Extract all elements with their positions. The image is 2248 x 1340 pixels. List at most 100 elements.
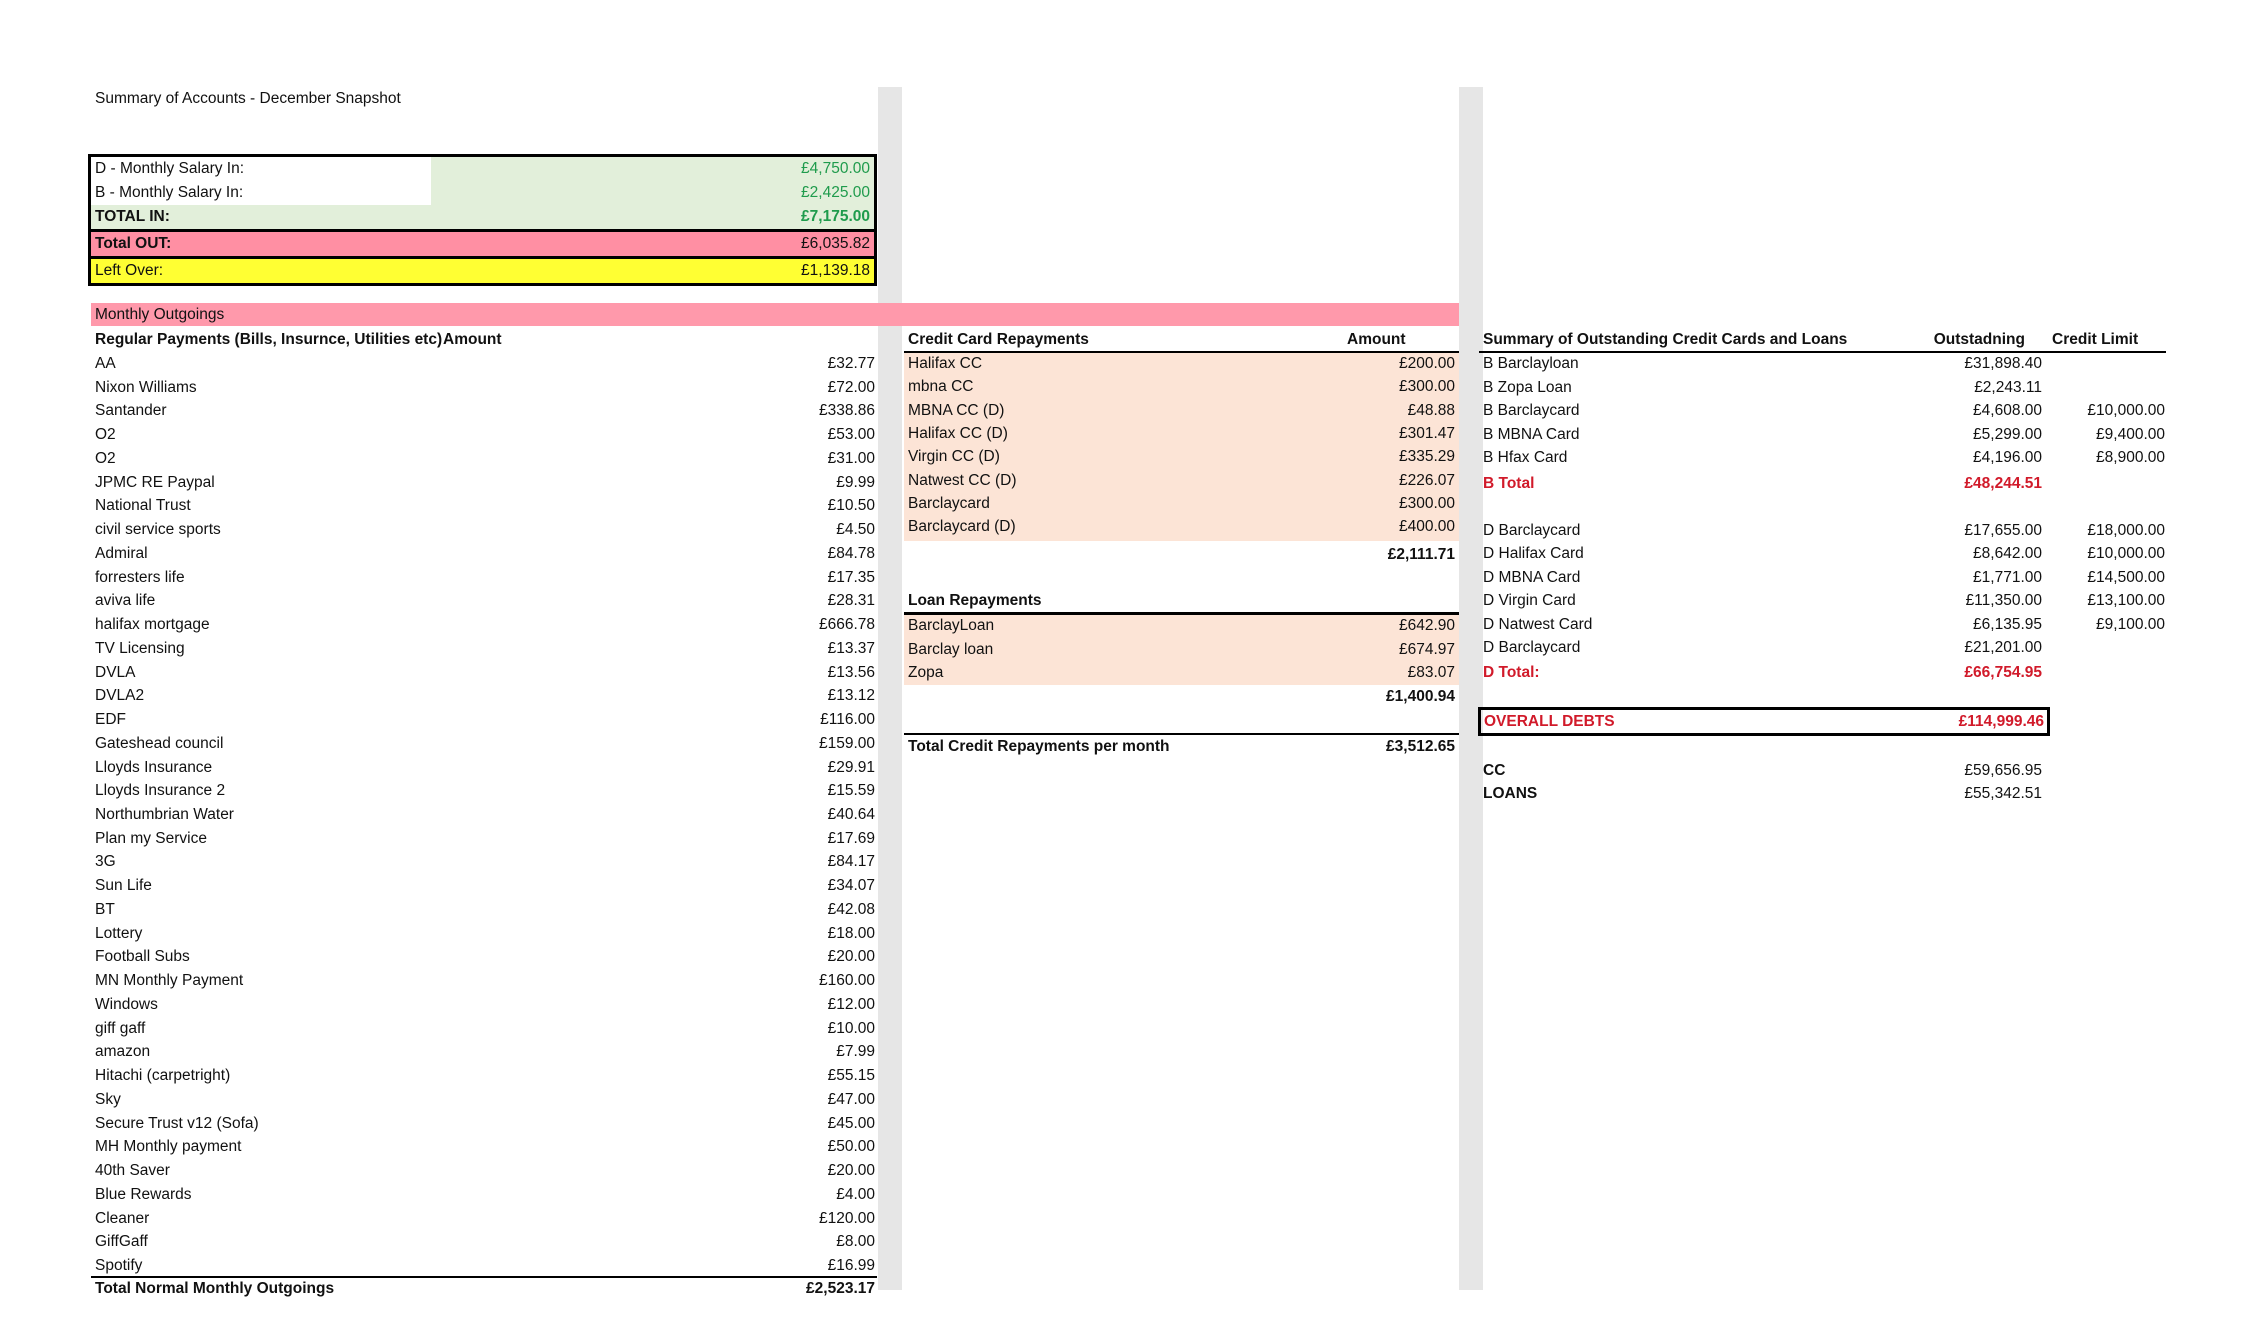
regular-payment-name: Northumbrian Water — [95, 806, 234, 823]
loan-header-label: Loan Repayments — [908, 592, 1042, 609]
regular-payment-name: Lloyds Insurance — [95, 759, 213, 776]
cc-subtotal: £2,111.71 — [1387, 546, 1455, 563]
d-debt-outstanding: £17,655.00 — [1964, 522, 2042, 539]
d-debt-limit: £18,000.00 — [2087, 522, 2165, 539]
b-salary-value: £2,425.00 — [801, 184, 870, 201]
b-debt-limit: £9,400.00 — [2096, 426, 2165, 443]
regular-payment-name: Blue Rewards — [95, 1186, 192, 1203]
total-in-row: TOTAL IN: £7,175.00 — [91, 205, 874, 229]
cc-repayment-amount: £300.00 — [1398, 378, 1455, 395]
regular-payment-amount: £45.00 — [827, 1115, 875, 1132]
regular-payment-amount: £120.00 — [818, 1210, 875, 1227]
regular-payment-amount: £28.31 — [827, 592, 875, 609]
regular-payment-name: 3G — [95, 853, 116, 870]
regular-payment-name: Nixon Williams — [95, 379, 197, 396]
left-over-value: £1,139.18 — [801, 262, 870, 279]
cc-repayment-name: Natwest CC (D) — [908, 472, 1017, 489]
credit-total-label: Total Credit Repayments per month — [908, 738, 1170, 755]
regular-payment-name: DVLA2 — [95, 687, 145, 704]
regular-payment-amount: £72.00 — [827, 379, 875, 396]
b-total-label: B Total — [1483, 475, 1535, 492]
d-debt-limit: £9,100.00 — [2096, 616, 2165, 633]
total-out-row: Total OUT: £6,035.82 — [91, 229, 874, 259]
column-separator-right — [1459, 87, 1483, 1290]
cc-outstanding-value: £59,656.95 — [1964, 762, 2042, 779]
regular-payment-amount: £17.69 — [827, 830, 875, 847]
loan-repayment-amount: £674.97 — [1398, 641, 1455, 658]
d-debt-outstanding: £8,642.00 — [1973, 545, 2042, 562]
b-debt-name: B Hfax Card — [1483, 449, 1568, 466]
cc-repayment-name: Virgin CC (D) — [908, 448, 1000, 465]
regular-payment-name: Hitachi (carpetright) — [95, 1067, 231, 1084]
regular-payment-name: O2 — [95, 426, 116, 443]
regular-payment-amount: £4.50 — [836, 521, 875, 538]
regular-payment-name: BT — [95, 901, 115, 918]
total-out-value: £6,035.82 — [801, 235, 870, 252]
b-debt-outstanding: £31,898.40 — [1964, 355, 2042, 372]
loan-repayment-amount: £642.90 — [1398, 617, 1455, 634]
regular-payment-name: GiffGaff — [95, 1233, 148, 1250]
d-debt-limit: £14,500.00 — [2087, 569, 2165, 586]
cc-outstanding-label: CC — [1483, 762, 1506, 779]
regular-payment-amount: £666.78 — [818, 616, 875, 633]
d-salary-label: D - Monthly Salary In: — [95, 160, 245, 177]
regular-payment-name: National Trust — [95, 497, 191, 514]
cc-repayment-amount: £226.07 — [1398, 472, 1455, 489]
regular-payment-name: TV Licensing — [95, 640, 185, 657]
outstanding-header-label: Summary of Outstanding Credit Cards and … — [1483, 331, 1848, 348]
cc-repayment-name: mbna CC — [908, 378, 974, 395]
regular-payment-name: 40th Saver — [95, 1162, 170, 1179]
b-debt-name: B MBNA Card — [1483, 426, 1580, 443]
total-in-label: TOTAL IN: — [95, 208, 170, 225]
regular-payment-amount: £16.99 — [827, 1257, 875, 1274]
d-debt-outstanding: £11,350.00 — [1965, 592, 2042, 609]
d-salary-row: D - Monthly Salary In: £4,750.00 — [91, 157, 874, 181]
cc-header-label: Credit Card Repayments — [908, 331, 1089, 348]
regular-payment-amount: £18.00 — [827, 925, 875, 942]
d-debt-limit: £13,100.00 — [2087, 592, 2165, 609]
regular-payment-amount: £15.59 — [827, 782, 875, 799]
monthly-outgoings-band: Monthly Outgoings — [91, 303, 1459, 326]
regular-payment-name: DVLA — [95, 664, 136, 681]
d-debt-outstanding: £21,201.00 — [1964, 639, 2042, 656]
b-debt-outstanding: £2,243.11 — [1974, 379, 2042, 396]
regular-payment-name: Spotify — [95, 1257, 143, 1274]
d-total-label: D Total: — [1483, 664, 1540, 681]
regular-payment-amount: £40.64 — [827, 806, 875, 823]
d-debt-outstanding: £1,771.00 — [1973, 569, 2042, 586]
b-debt-limit — [2040, 376, 2165, 399]
regular-payment-amount: £13.56 — [827, 664, 875, 681]
regular-payment-name: Windows — [95, 996, 158, 1013]
regular-payment-name: Cleaner — [95, 1210, 150, 1227]
d-debt-limit: £10,000.00 — [2087, 545, 2165, 562]
d-total-value: £66,754.95 — [1964, 664, 2042, 681]
regular-payment-amount: £13.12 — [827, 687, 875, 704]
regular-payment-amount: £9.99 — [836, 474, 875, 491]
regular-payment-amount: £160.00 — [818, 972, 875, 989]
regular-payment-name: MH Monthly payment — [95, 1138, 242, 1155]
regular-payment-name: AA — [95, 355, 116, 372]
credit-total-value: £3,512.65 — [1386, 738, 1455, 755]
regular-payment-name: O2 — [95, 450, 116, 467]
cc-repayment-amount: £400.00 — [1398, 518, 1455, 535]
loan-subtotal: £1,400.94 — [1386, 688, 1455, 705]
regular-payment-amount: £31.00 — [827, 450, 875, 467]
regular-payment-name: EDF — [95, 711, 126, 728]
left-over-row: Left Over: £1,139.18 — [91, 259, 874, 283]
regular-payment-amount: £4.00 — [836, 1186, 875, 1203]
total-out-label: Total OUT: — [95, 235, 172, 252]
regular-payment-name: forresters life — [95, 569, 185, 586]
income-summary-box: D - Monthly Salary In: £4,750.00 B - Mon… — [88, 154, 877, 286]
regular-payment-name: amazon — [95, 1043, 151, 1060]
b-debt-name: B Barclaycard — [1483, 402, 1580, 419]
b-salary-label: B - Monthly Salary In: — [95, 184, 244, 201]
regular-payment-name: JPMC RE Paypal — [95, 474, 215, 491]
regular-payment-name: aviva life — [95, 592, 156, 609]
regular-payment-amount: £10.50 — [827, 497, 875, 514]
regular-payment-name: giff gaff — [95, 1020, 146, 1037]
cc-repayment-amount: £335.29 — [1398, 448, 1455, 465]
cc-repayment-name: MBNA CC (D) — [908, 402, 1005, 419]
cc-header-amount: Amount — [1347, 331, 1406, 348]
left-over-label: Left Over: — [95, 262, 164, 279]
d-salary-value: £4,750.00 — [801, 160, 870, 177]
